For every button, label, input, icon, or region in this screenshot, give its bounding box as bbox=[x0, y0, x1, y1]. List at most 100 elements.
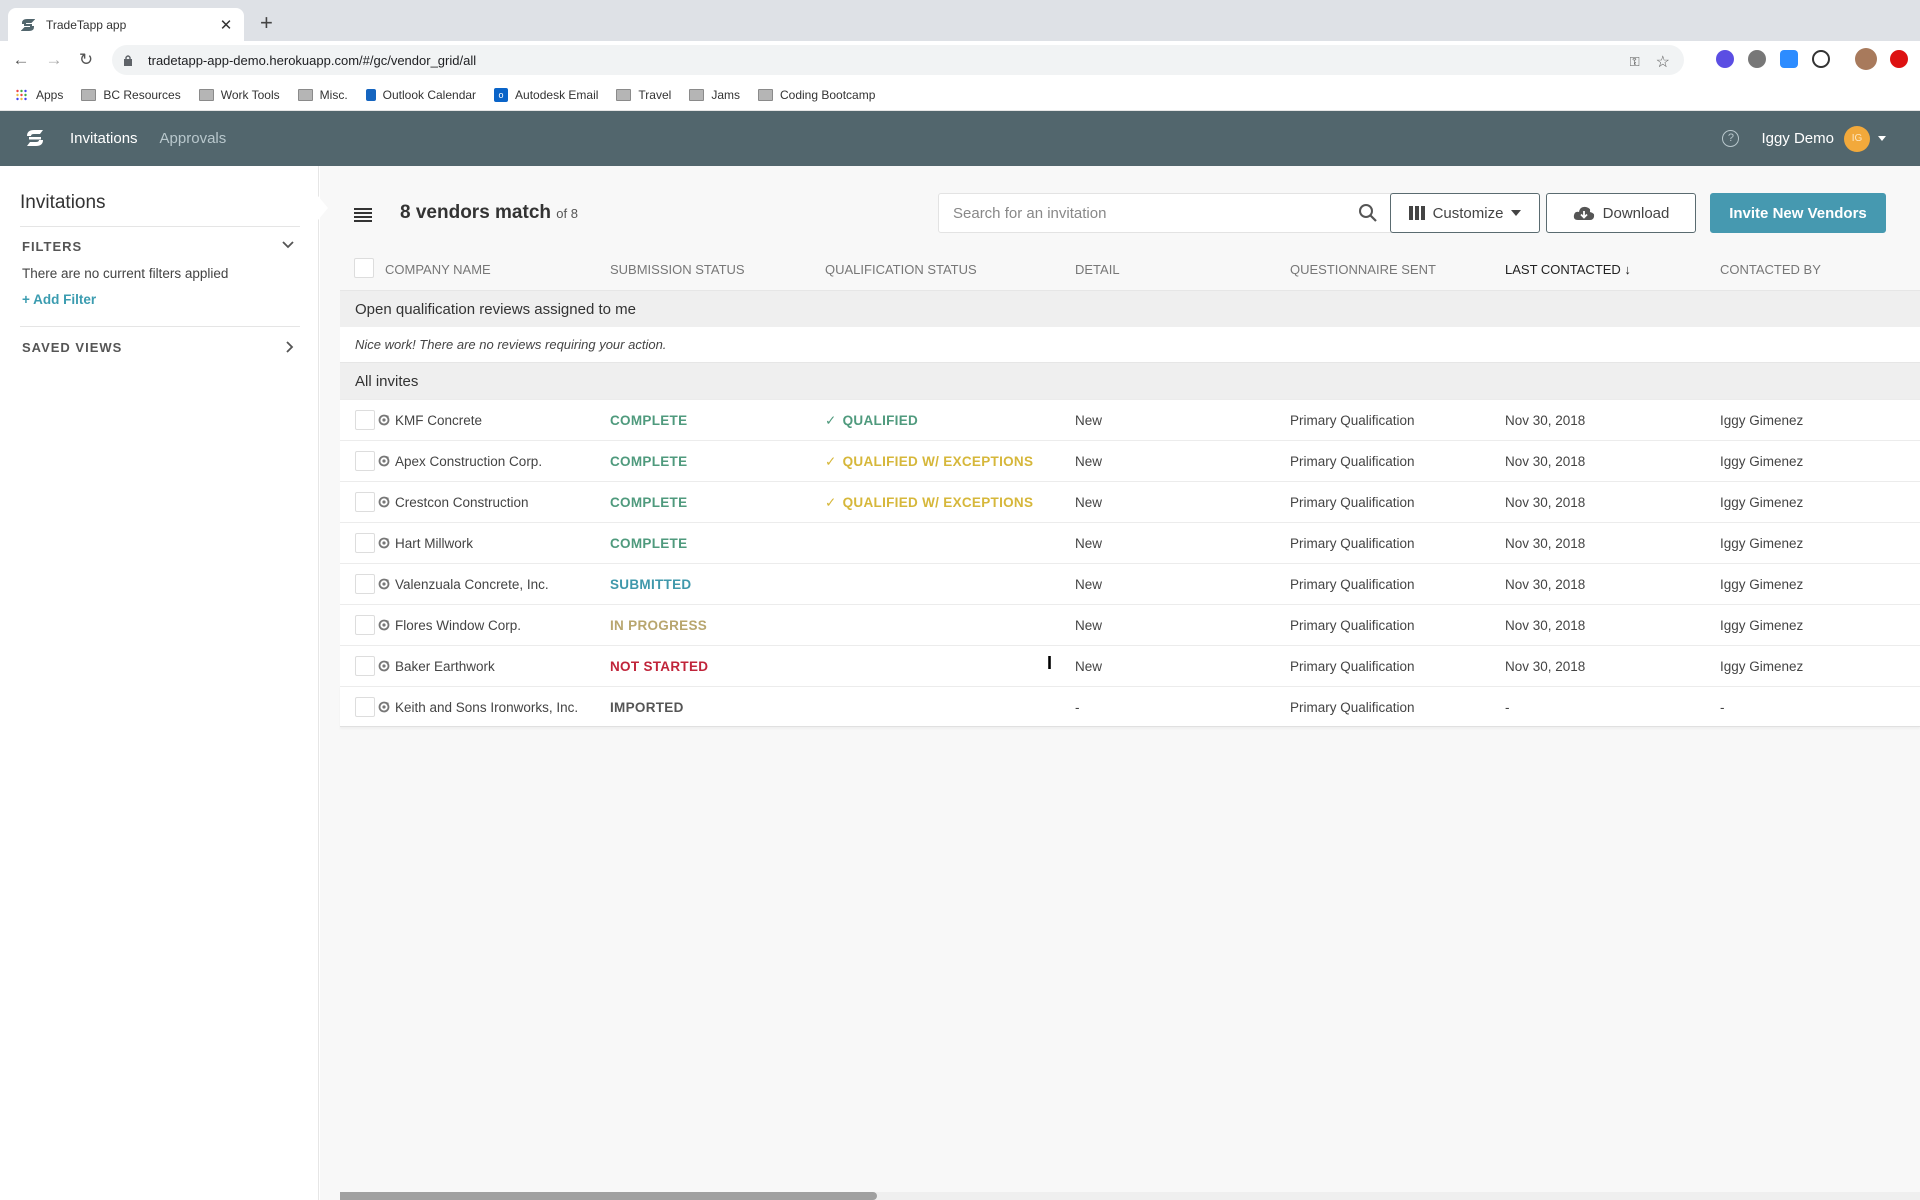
column-company-name[interactable]: COMPANY NAME bbox=[385, 262, 491, 277]
scrollbar-thumb[interactable] bbox=[340, 1192, 878, 1200]
browser-tab[interactable]: TradeTapp app ✕ bbox=[8, 8, 244, 41]
profile-avatar-icon[interactable] bbox=[1855, 48, 1877, 70]
last-contacted: Nov 30, 2018 bbox=[1505, 413, 1586, 428]
select-all-checkbox[interactable] bbox=[354, 258, 374, 278]
company-name-link[interactable]: Flores Window Corp. bbox=[378, 618, 521, 633]
detail: New bbox=[1075, 659, 1103, 674]
table-row[interactable]: Flores Window Corp. IN PROGRESS New Primary… bbox=[340, 604, 1920, 645]
vendor-count-total: of 8 bbox=[556, 206, 578, 221]
company-name-link[interactable]: KMF Concrete bbox=[378, 413, 482, 428]
back-icon[interactable]: ← bbox=[10, 49, 32, 71]
chevron-right-icon[interactable] bbox=[286, 340, 294, 356]
address-bar[interactable]: tradetapp-app-demo.herokuapp.com/#/gc/ve… bbox=[112, 45, 1684, 75]
bookmark-label: Autodesk Email bbox=[515, 87, 599, 102]
browser-tabstrip: TradeTapp app ✕ + bbox=[0, 0, 1920, 41]
company-name-link[interactable]: Baker Earthwork bbox=[378, 659, 495, 674]
contacted-by: Iggy Gimenez bbox=[1720, 495, 1804, 510]
company-name-link[interactable]: Keith and Sons Ironworks, Inc. bbox=[378, 700, 578, 715]
row-checkbox[interactable] bbox=[355, 615, 375, 635]
table-row[interactable]: KMF Concrete COMPLETE ✓ QUALIFIED New Primary… bbox=[340, 399, 1920, 440]
company-name-link[interactable]: Crestcon Construction bbox=[378, 495, 529, 510]
row-checkbox[interactable] bbox=[355, 656, 375, 676]
bookmark-coding-bootcamp[interactable]: Coding Bootcamp bbox=[758, 88, 875, 102]
filters-heading[interactable]: FILTERS bbox=[22, 239, 82, 254]
invite-new-vendors-button[interactable]: Invite New Vendors bbox=[1710, 193, 1886, 233]
detail: New bbox=[1075, 454, 1103, 469]
bookmark-outlook-calendar[interactable]: Outlook Calendar bbox=[365, 88, 476, 102]
qualification-status: ✓ QUALIFIED bbox=[825, 413, 918, 429]
caret-down-icon bbox=[1511, 210, 1522, 216]
contacted-by: Iggy Gimenez bbox=[1720, 618, 1804, 633]
saved-views-heading[interactable]: SAVED VIEWS bbox=[22, 340, 122, 355]
bookmark-star-icon[interactable]: ☆ bbox=[1656, 52, 1670, 72]
extension-circle-icon[interactable] bbox=[1748, 50, 1766, 68]
company-name-link[interactable]: Hart Millwork bbox=[378, 536, 473, 551]
table-row[interactable]: Valenzuala Concrete, Inc. SUBMITTED New Pri… bbox=[340, 563, 1920, 604]
recurring-icon bbox=[378, 619, 390, 631]
bookmark-apps[interactable]: Apps bbox=[14, 88, 63, 102]
company-name: Valenzuala Concrete, Inc. bbox=[395, 577, 549, 592]
bookmark-misc[interactable]: Misc. bbox=[297, 88, 348, 102]
row-checkbox[interactable] bbox=[355, 697, 375, 717]
download-button[interactable]: Download bbox=[1546, 193, 1696, 233]
bookmark-bc-resources[interactable]: BC Resources bbox=[81, 88, 181, 102]
close-tab-icon[interactable]: ✕ bbox=[218, 16, 234, 34]
questionnaire-sent: Primary Qualification bbox=[1290, 700, 1415, 715]
contacted-by: Iggy Gimenez bbox=[1720, 413, 1804, 428]
table-row[interactable]: Crestcon Construction COMPLETE ✓ QUALIFIED … bbox=[340, 481, 1920, 522]
column-qualification-status[interactable]: QUALIFICATION STATUS bbox=[825, 262, 977, 277]
zoom-extension-icon[interactable] bbox=[1780, 50, 1798, 68]
hamburger-menu-icon[interactable] bbox=[354, 208, 372, 222]
tradetapp-logo-icon[interactable] bbox=[24, 127, 46, 149]
onepassword-icon[interactable] bbox=[1812, 50, 1830, 68]
new-tab-icon[interactable]: + bbox=[260, 12, 273, 34]
last-contacted: Nov 30, 2018 bbox=[1505, 454, 1586, 469]
bookmark-jams[interactable]: Jams bbox=[689, 88, 740, 102]
table-row[interactable]: Apex Construction Corp. COMPLETE ✓ QUALIFIE… bbox=[340, 440, 1920, 481]
bookmark-autodesk-email[interactable]: o Autodesk Email bbox=[494, 87, 599, 102]
table-row[interactable]: Hart Millwork COMPLETE New Primary Qualific… bbox=[340, 522, 1920, 563]
row-checkbox[interactable] bbox=[355, 533, 375, 553]
password-key-icon[interactable]: ⚿ bbox=[1630, 54, 1640, 70]
recurring-icon bbox=[378, 578, 390, 590]
company-name-link[interactable]: Apex Construction Corp. bbox=[378, 454, 542, 469]
column-questionnaire-sent[interactable]: QUESTIONNAIRE SENT bbox=[1290, 262, 1436, 277]
last-contacted: Nov 30, 2018 bbox=[1505, 495, 1586, 510]
nav-approvals[interactable]: Approvals bbox=[160, 130, 227, 147]
reload-icon[interactable]: ↻ bbox=[75, 49, 97, 71]
table-row[interactable]: Keith and Sons Ironworks, Inc. IMPORTED - P… bbox=[340, 686, 1920, 727]
add-filter-link[interactable]: + Add Filter bbox=[22, 292, 96, 307]
outlook-calendar-icon bbox=[365, 88, 376, 101]
column-last-contacted[interactable]: LAST CONTACTED ↓ bbox=[1505, 262, 1631, 277]
column-detail[interactable]: DETAIL bbox=[1075, 262, 1120, 277]
avatar[interactable]: IG bbox=[1844, 125, 1870, 152]
forward-icon[interactable]: → bbox=[43, 49, 65, 71]
customize-button[interactable]: Customize bbox=[1390, 193, 1540, 233]
row-checkbox[interactable] bbox=[355, 492, 375, 512]
nav-invitations[interactable]: Invitations bbox=[70, 130, 138, 147]
table-row[interactable]: Baker Earthwork NOT STARTED New Primary Qua… bbox=[340, 645, 1920, 686]
company-name-link[interactable]: Valenzuala Concrete, Inc. bbox=[378, 577, 549, 592]
chevron-down-icon[interactable] bbox=[282, 236, 294, 252]
column-contacted-by[interactable]: CONTACTED BY bbox=[1720, 262, 1821, 277]
main-content: 8 vendors match of 8 Customize Download … bbox=[318, 166, 1920, 1200]
search-input[interactable] bbox=[953, 204, 1357, 222]
help-icon[interactable]: ? bbox=[1722, 130, 1740, 147]
extension-alert-icon[interactable] bbox=[1890, 50, 1908, 68]
row-checkbox[interactable] bbox=[355, 410, 375, 430]
checkmark-icon: ✓ bbox=[825, 454, 837, 469]
no-filters-text: There are no current filters applied bbox=[22, 266, 229, 281]
extension-shield-icon[interactable] bbox=[1716, 50, 1734, 68]
bookmark-travel[interactable]: Travel bbox=[616, 88, 671, 102]
all-invites-header: All invites bbox=[340, 362, 1920, 399]
horizontal-scrollbar[interactable] bbox=[340, 1192, 1920, 1200]
user-menu-caret-icon[interactable] bbox=[1878, 136, 1886, 141]
customize-label: Customize bbox=[1432, 204, 1504, 222]
row-checkbox[interactable] bbox=[355, 451, 375, 471]
row-checkbox[interactable] bbox=[355, 574, 375, 594]
app-header: Invitations Approvals ? Iggy Demo IG bbox=[0, 111, 1920, 166]
user-name[interactable]: Iggy Demo bbox=[1761, 130, 1834, 147]
search-icon[interactable] bbox=[1357, 202, 1379, 224]
bookmark-work-tools[interactable]: Work Tools bbox=[198, 88, 280, 102]
column-submission-status[interactable]: SUBMISSION STATUS bbox=[610, 262, 745, 277]
